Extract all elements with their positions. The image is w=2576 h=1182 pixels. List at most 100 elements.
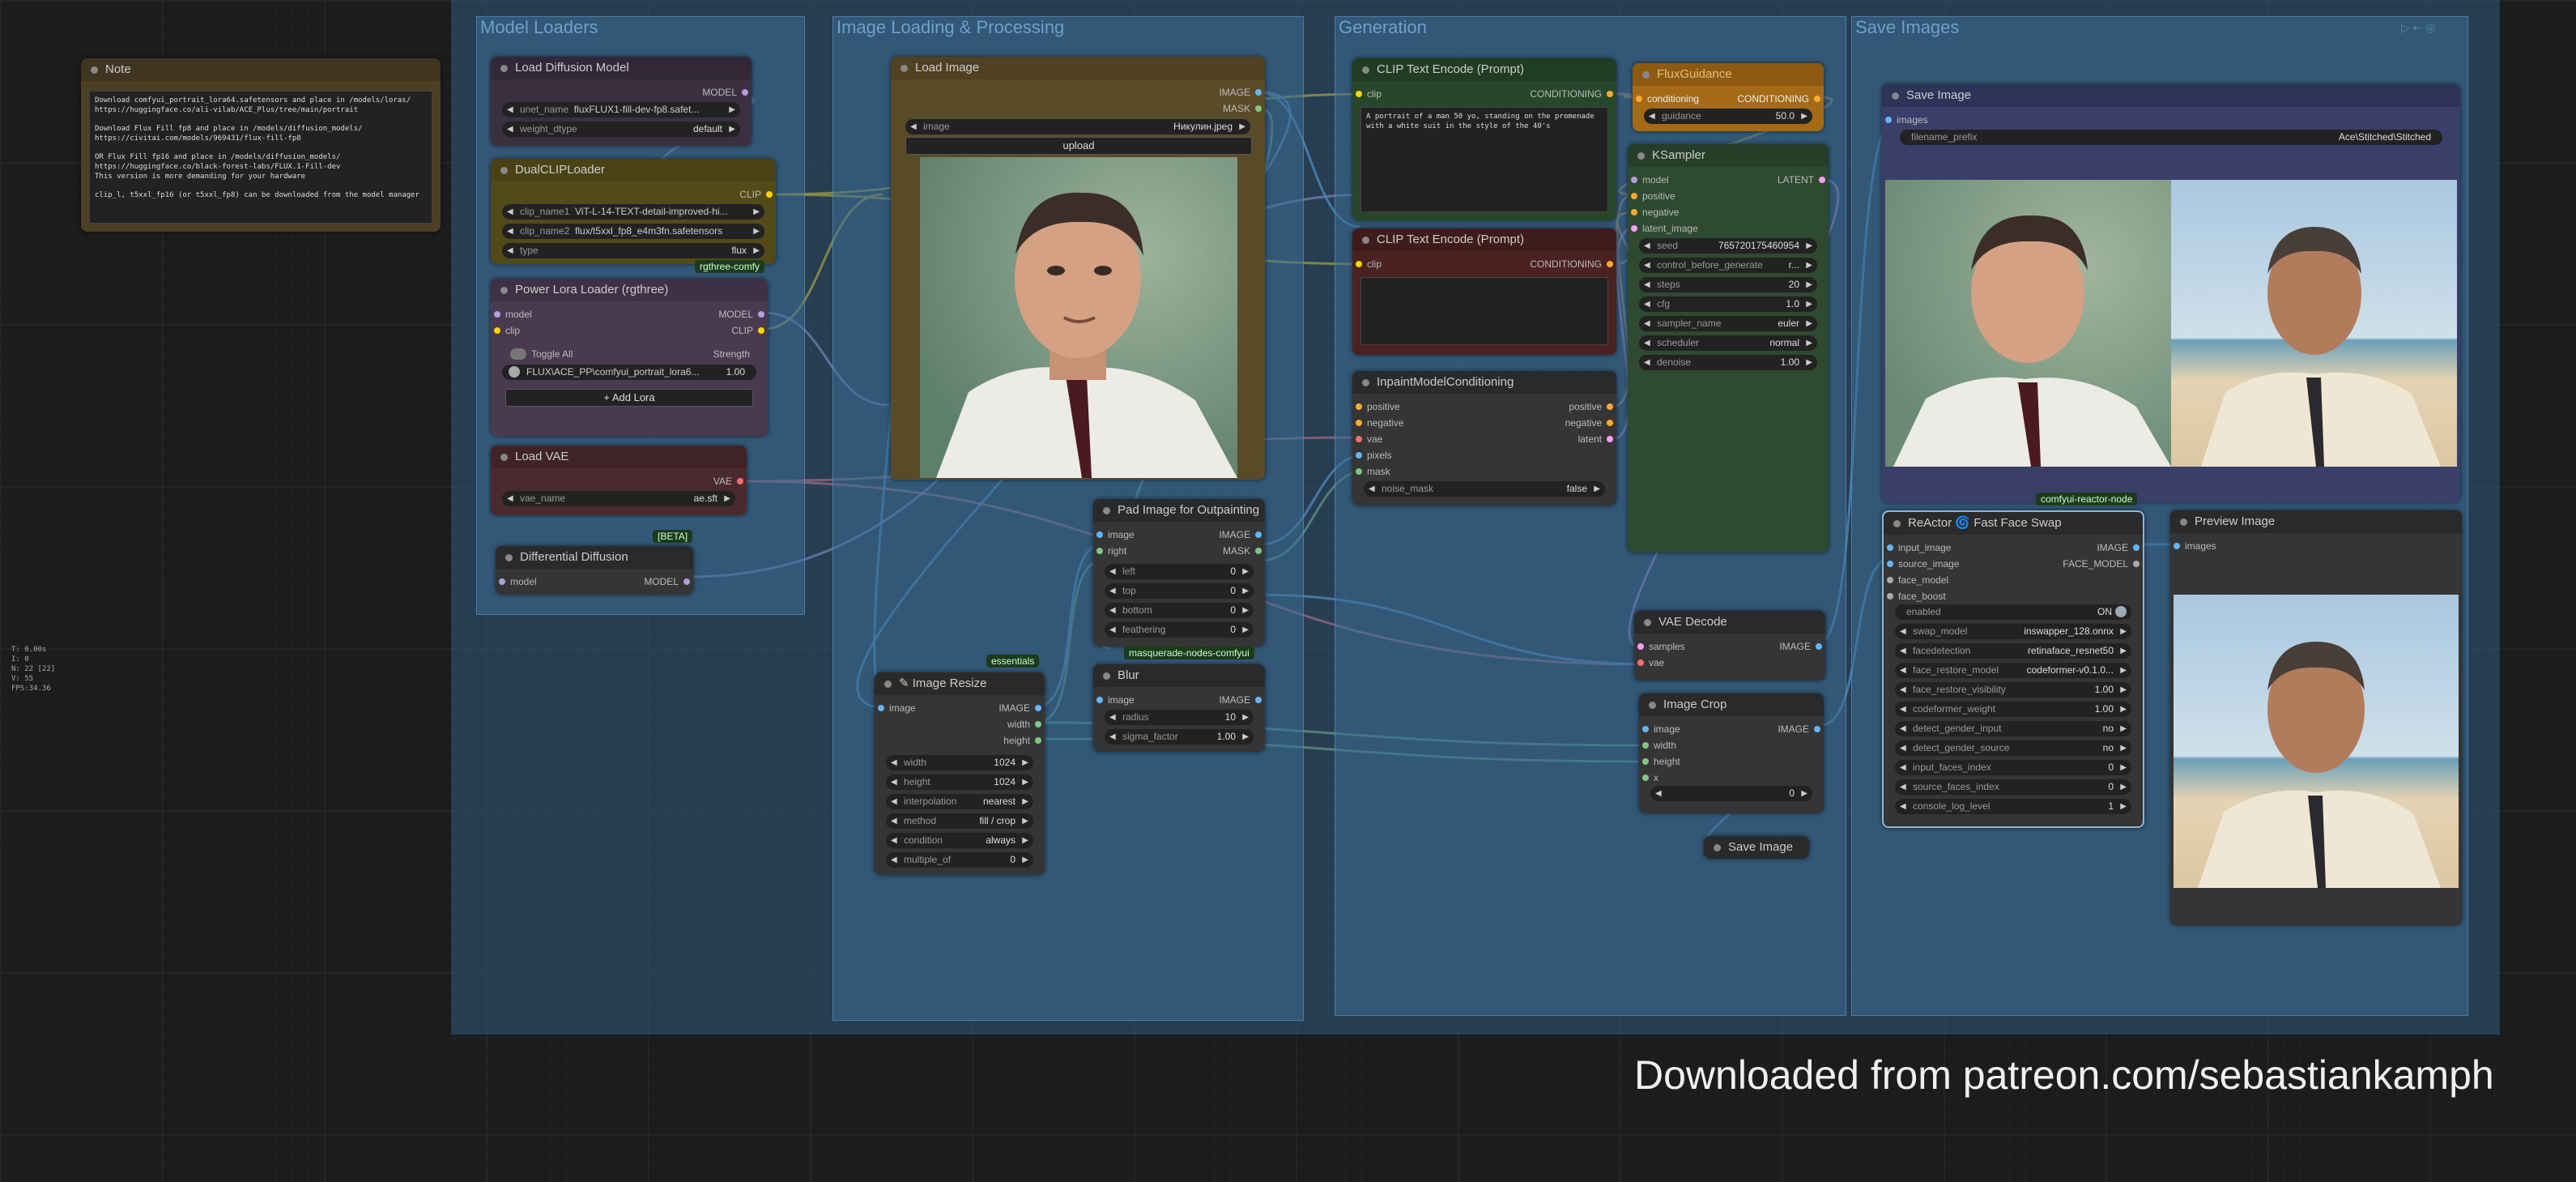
ksampler-node[interactable]: KSampler LATENT model positive negative lat… (1628, 144, 1829, 553)
output-vae[interactable]: VAE (713, 475, 744, 488)
widget-method[interactable]: method fill / crop (886, 813, 1033, 829)
negative-prompt-text[interactable] (1360, 277, 1608, 345)
output-model[interactable]: MODEL (702, 86, 748, 99)
widget-condition[interactable]: condition always (886, 833, 1033, 848)
note-node[interactable]: Note Download comfyui_portrait_lora64.sa… (81, 58, 441, 232)
clip-text-encode-positive-node[interactable]: CLIP Text Encode (Prompt) clip CONDITION… (1352, 58, 1616, 220)
input-image[interactable]: image (1642, 723, 1680, 736)
widget-sampler-name[interactable]: sampler_name euler (1639, 316, 1817, 331)
clip-text-encode-negative-node[interactable]: CLIP Text Encode (Prompt) clip CONDITION… (1352, 228, 1616, 355)
widget-control-before-generate[interactable]: control_before_generate r... (1639, 258, 1817, 273)
input-model[interactable]: model (499, 575, 537, 588)
lora-row[interactable]: FLUX\ACE_PP\comfyui_portrait_lora6... 1.… (502, 365, 756, 380)
widget-console-log-level[interactable]: console_log_level 1 (1895, 799, 2131, 814)
input-positive[interactable]: positive (1631, 190, 1675, 203)
widget-codeformer-weight[interactable]: codeformer_weight 1.00 (1895, 702, 2131, 717)
widget-steps[interactable]: steps 20 (1639, 277, 1817, 292)
widget-interpolation[interactable]: interpolation nearest (886, 794, 1033, 809)
widget-left[interactable]: left 0 (1105, 564, 1254, 579)
weight-dtype-widget[interactable]: weight_dtype default (502, 122, 740, 137)
input-negative[interactable]: negative (1631, 206, 1679, 219)
output-face-model[interactable]: FACE_MODEL (2063, 557, 2140, 570)
output-width[interactable]: width (1007, 718, 1042, 731)
widget-cfg[interactable]: cfg 1.0 (1639, 297, 1817, 312)
reactor-node[interactable]: ReActor 🌀 Fast Face Swap IMAGE FACE_MODE… (1882, 510, 2144, 828)
input-negative[interactable]: negative (1356, 416, 1403, 429)
image-crop-node[interactable]: Image Crop IMAGE 0 image width height x (1639, 693, 1824, 813)
input-clip[interactable]: clip (494, 324, 520, 337)
widget-seed[interactable]: seed 765720175460954 (1639, 238, 1817, 254)
upload-button[interactable]: upload (905, 137, 1252, 155)
enabled-widget[interactable]: enabled ON (1895, 604, 2131, 620)
toggle-all-switch[interactable] (510, 348, 526, 360)
widget-multiple-of[interactable]: multiple_of 0 (886, 852, 1033, 868)
output-image[interactable]: IMAGE (1219, 693, 1262, 706)
output-model[interactable]: MODEL (644, 575, 690, 588)
widget-height[interactable]: height 1024 (886, 774, 1033, 790)
input-face-boost[interactable]: face_boost (1887, 590, 1946, 603)
input-clip[interactable]: clip (1356, 87, 1382, 100)
output-image[interactable]: IMAGE (998, 702, 1041, 715)
input-x[interactable]: x (1642, 771, 1658, 784)
lora-toggle[interactable] (509, 366, 520, 378)
widget-face-restore-model[interactable]: face_restore_model codeformer-v0.1.0... (1895, 663, 2131, 678)
input-vae[interactable]: vae (1356, 433, 1382, 446)
input-image[interactable]: image (1096, 528, 1135, 541)
flux-guidance-node[interactable]: FluxGuidance conditioning CONDITIONING g… (1633, 63, 1824, 131)
output-image[interactable]: IMAGE (1219, 528, 1262, 541)
input-right[interactable]: right (1096, 544, 1126, 557)
input-width[interactable]: width (1642, 739, 1676, 752)
save-image-collapsed-node[interactable]: Save Image (1704, 836, 1809, 859)
load-vae-node[interactable]: Load VAE VAE vae_name ae.sft (491, 446, 747, 515)
blur-node[interactable]: Blur image IMAGE radius 10 sigma_factor 1.… (1093, 664, 1265, 752)
output-image[interactable]: IMAGE (1219, 86, 1262, 99)
power-lora-loader-node[interactable]: Power Lora Loader (rgthree) model clip M… (491, 279, 768, 436)
guidance-widget[interactable]: guidance 50.0 (1644, 109, 1812, 124)
input-source-image[interactable]: source_image (1887, 557, 1959, 570)
input-mask[interactable]: mask (1356, 465, 1390, 478)
sigma-widget[interactable]: sigma_factor 1.00 (1105, 729, 1254, 745)
output-model[interactable]: MODEL (718, 308, 764, 321)
input-conditioning[interactable]: conditioning (1636, 92, 1699, 105)
widget-source-faces-index[interactable]: source_faces_index 0 (1895, 779, 2131, 795)
output-conditioning[interactable]: CONDITIONING (1530, 258, 1613, 271)
input-input-image[interactable]: input_image (1887, 541, 1951, 554)
widget-facedetection[interactable]: facedetection retinaface_resnet50 (1895, 643, 2131, 659)
image-widget[interactable]: image Никулин.jpeg (905, 119, 1250, 134)
add-lora-button[interactable]: + Add Lora (505, 389, 753, 407)
widget-input-faces-index[interactable]: input_faces_index 0 (1895, 760, 2131, 775)
widget-feathering[interactable]: feathering 0 (1105, 622, 1254, 638)
load-diffusion-model-node[interactable]: Load Diffusion Model MODEL unet_name flu… (491, 57, 752, 146)
widget-detect-gender-source[interactable]: detect_gender_source no (1895, 740, 2131, 756)
input-image[interactable]: image (878, 702, 916, 715)
output-negative[interactable]: negative (1565, 416, 1614, 429)
image-resize-node[interactable]: ✎ Image Resize image IMAGE width height … (875, 672, 1045, 875)
input-images[interactable]: images (2174, 540, 2216, 553)
input-clip[interactable]: clip (1356, 258, 1382, 271)
enabled-toggle[interactable] (2115, 606, 2127, 617)
unet-name-widget[interactable]: unet_name fluxFLUX1-fill-dev-fp8.safet..… (502, 102, 740, 117)
load-image-node[interactable]: Load Image IMAGE MASK imageНикулин.jpeg … (891, 57, 1265, 480)
output-conditioning[interactable]: CONDITIONING (1530, 87, 1613, 100)
pad-image-node[interactable]: Pad Image for Outpainting image right IM… (1093, 499, 1265, 646)
widget-top[interactable]: top 0 (1105, 583, 1254, 599)
input-height[interactable]: height (1642, 755, 1680, 768)
type-widget[interactable]: type flux (502, 243, 764, 258)
preview-image-node[interactable]: Preview Image images (2170, 510, 2462, 925)
output-image[interactable]: IMAGE (1778, 723, 1820, 736)
inpaint-model-conditioning-node[interactable]: InpaintModelConditioning noise_mask false… (1352, 371, 1616, 506)
filename-prefix-widget[interactable]: filename_prefix Ace\Stitched\Stitched (1900, 130, 2442, 145)
differential-diffusion-node[interactable]: Differential Diffusion model MODEL (496, 546, 693, 595)
input-image[interactable]: image (1096, 693, 1135, 706)
output-mask[interactable]: MASK (1223, 544, 1262, 557)
note-text[interactable]: Download comfyui_portrait_lora64.safeten… (89, 91, 432, 224)
input-vae[interactable]: vae (1637, 656, 1664, 669)
widget-bottom[interactable]: bottom 0 (1105, 603, 1254, 618)
output-latent[interactable]: latent (1578, 433, 1614, 446)
save-image-node[interactable]: Save Image images filename_prefix Ace\Sti… (1882, 84, 2460, 502)
clip-name1-widget[interactable]: clip_name1 ViT-L-14-TEXT-detail-improved… (502, 204, 764, 220)
positive-prompt-text[interactable]: A portrait of a man 50 yo, standing on t… (1360, 107, 1608, 212)
widget-swap-model[interactable]: swap_model inswapper_128.onnx (1895, 624, 2131, 639)
widget-face-restore-visibility[interactable]: face_restore_visibility 1.00 (1895, 682, 2131, 698)
input-positive[interactable]: positive (1356, 400, 1400, 413)
